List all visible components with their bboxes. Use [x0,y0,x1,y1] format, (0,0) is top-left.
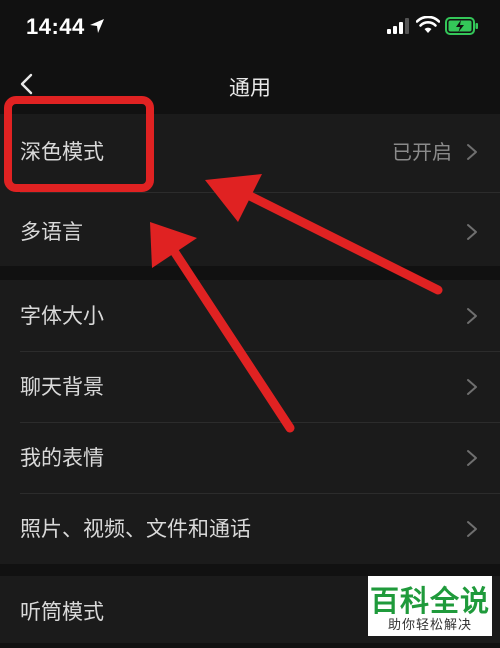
arrow-icon [150,222,295,433]
watermark-subtitle: 助你轻松解决 [387,618,472,633]
arrow-icon [205,174,443,295]
annotation-arrows [150,174,443,433]
watermark-logo: 百科全说 助你轻松解决 [368,576,492,636]
